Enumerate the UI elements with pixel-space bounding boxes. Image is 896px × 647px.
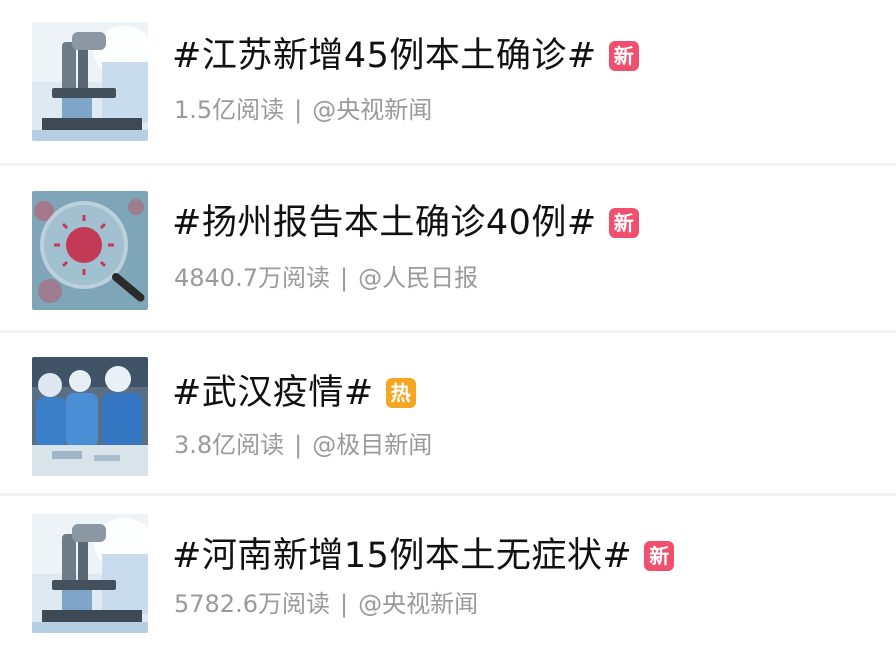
meta-separator: |: [294, 96, 303, 124]
topic-meta: 3.8亿阅读 | @极目新闻: [174, 429, 432, 461]
source-account[interactable]: @央视新闻: [312, 96, 432, 124]
read-count: 1.5亿阅读: [174, 96, 285, 124]
topic-item[interactable]: #武汉疫情# 热 3.8亿阅读 | @极目新闻: [0, 333, 896, 493]
topic-meta: 1.5亿阅读 | @央视新闻: [174, 94, 432, 126]
meta-separator: |: [339, 590, 349, 618]
topic-item[interactable]: #扬州报告本土确诊40例# 新 4840.7万阅读 | @人民日报: [0, 165, 896, 330]
source-account[interactable]: @极目新闻: [312, 431, 432, 459]
topic-title[interactable]: #河南新增15例本土无症状#: [172, 532, 632, 580]
read-count: 5782.6万阅读: [174, 590, 330, 618]
hot-badge: 热: [385, 378, 416, 408]
virus-magnifier-thumbnail[interactable]: [32, 191, 148, 310]
trending-topic-list: #江苏新增45例本土确诊# 新 1.5亿阅读 | @央视新闻 #扬州报告本土确诊…: [0, 0, 896, 647]
read-count: 4840.7万阅读: [174, 264, 330, 292]
meta-separator: |: [294, 431, 303, 459]
topic-title[interactable]: #武汉疫情#: [172, 369, 374, 417]
topic-meta: 4840.7万阅读 | @人民日报: [174, 262, 478, 294]
topic-title[interactable]: #江苏新增45例本土确诊#: [172, 32, 597, 80]
topic-item[interactable]: #江苏新增45例本土确诊# 新 1.5亿阅读 | @央视新闻: [0, 0, 896, 163]
meta-separator: |: [339, 264, 349, 292]
source-account[interactable]: @央视新闻: [358, 590, 478, 618]
topic-title[interactable]: #扬州报告本土确诊40例#: [172, 199, 597, 247]
microscope-lab-thumbnail[interactable]: [32, 22, 148, 141]
microscope-lab-thumbnail[interactable]: [32, 514, 148, 633]
read-count: 3.8亿阅读: [174, 431, 285, 459]
topic-item[interactable]: #河南新增15例本土无症状# 新 5782.6万阅读 | @央视新闻: [0, 496, 896, 647]
new-badge: 新: [608, 208, 639, 238]
medical-workers-thumbnail[interactable]: [32, 357, 148, 476]
new-badge: 新: [644, 541, 675, 571]
source-account[interactable]: @人民日报: [358, 264, 478, 292]
new-badge: 新: [608, 41, 639, 71]
topic-meta: 5782.6万阅读 | @央视新闻: [174, 588, 478, 620]
